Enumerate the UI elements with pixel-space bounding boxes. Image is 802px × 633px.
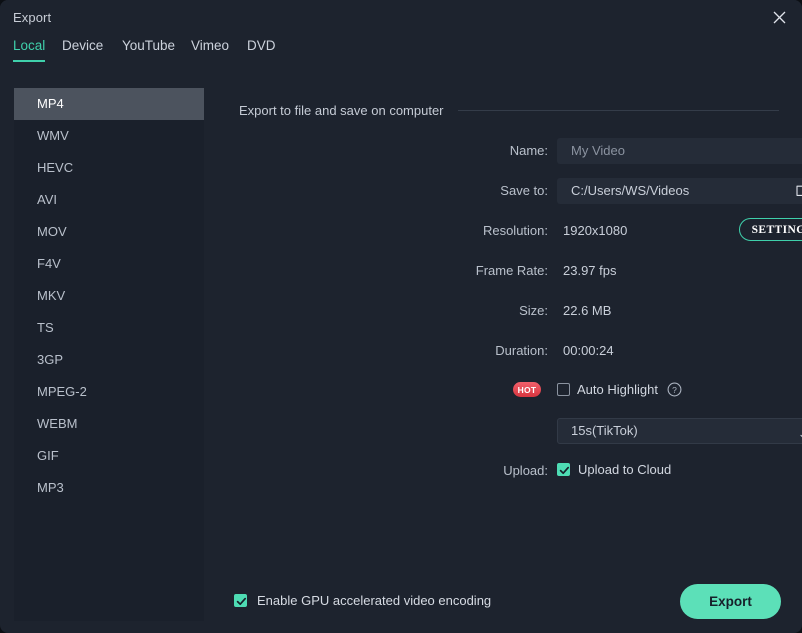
hot-badge: HOT xyxy=(513,382,541,397)
folder-icon[interactable] xyxy=(796,183,802,202)
sidebar-item-avi[interactable]: AVI xyxy=(14,184,204,216)
sidebar-item-mp4[interactable]: MP4 xyxy=(14,88,204,120)
gpu-label: Enable GPU accelerated video encoding xyxy=(257,593,492,608)
sidebar-item-mp3[interactable]: MP3 xyxy=(14,472,204,504)
sidebar-item-ts[interactable]: TS xyxy=(14,312,204,344)
size-row: Size: 22.6 MB xyxy=(206,298,802,324)
save-to-input[interactable]: C:/Users/WS/Videos xyxy=(557,178,802,204)
gpu-checkbox[interactable] xyxy=(234,594,247,607)
save-to-label: Save to: xyxy=(500,183,548,198)
tab-youtube[interactable]: YouTube xyxy=(122,38,175,62)
export-button[interactable]: Export xyxy=(680,584,781,619)
save-to-row: Save to: C:/Users/WS/Videos xyxy=(206,178,802,204)
duration-row: Duration: 00:00:24 xyxy=(206,338,802,364)
save-to-value: C:/Users/WS/Videos xyxy=(571,183,690,198)
size-value: 22.6 MB xyxy=(563,303,612,318)
name-input-placeholder: My Video xyxy=(571,143,625,158)
frame-rate-value: 23.97 fps xyxy=(563,263,617,278)
format-list: MP4 WMV HEVC AVI MOV F4V MKV TS 3GP MPEG… xyxy=(14,88,204,621)
svg-text:?: ? xyxy=(672,385,677,395)
sidebar-item-3gp[interactable]: 3GP xyxy=(14,344,204,376)
sidebar-item-webm[interactable]: WEBM xyxy=(14,408,204,440)
upload-to-cloud-label: Upload to Cloud xyxy=(578,462,672,477)
section-divider xyxy=(457,110,779,111)
section-header: Export to file and save on computer xyxy=(239,103,779,118)
sidebar-item-mpeg2[interactable]: MPEG-2 xyxy=(14,376,204,408)
name-row: Name: My Video xyxy=(206,138,802,164)
section-title: Export to file and save on computer xyxy=(239,103,444,118)
sidebar-item-mkv[interactable]: MKV xyxy=(14,280,204,312)
gpu-option[interactable]: Enable GPU accelerated video encoding xyxy=(234,593,491,608)
sidebar-item-f4v[interactable]: F4V xyxy=(14,248,204,280)
auto-highlight-row: HOT Auto Highlight ? xyxy=(206,378,802,404)
tab-dvd[interactable]: DVD xyxy=(247,38,276,62)
close-icon xyxy=(773,11,786,24)
highlight-preset-row: 15s(TikTok) xyxy=(206,418,802,444)
sidebar-item-mov[interactable]: MOV xyxy=(14,216,204,248)
help-circle-icon[interactable]: ? xyxy=(667,382,682,402)
export-dialog: Export Local Device YouTube Vimeo DVD MP… xyxy=(0,0,802,633)
auto-highlight-checkbox[interactable] xyxy=(557,383,570,396)
upload-to-cloud-checkbox[interactable] xyxy=(557,463,570,476)
auto-highlight-label: Auto Highlight xyxy=(577,382,658,397)
tab-device[interactable]: Device xyxy=(62,38,103,62)
dialog-footer: Enable GPU accelerated video encoding Ex… xyxy=(0,575,802,633)
sidebar-item-gif[interactable]: GIF xyxy=(14,440,204,472)
sidebar-item-wmv[interactable]: WMV xyxy=(14,120,204,152)
resolution-row: Resolution: 1920x1080 SETTINGS xyxy=(206,218,802,244)
size-label: Size: xyxy=(519,303,548,318)
tab-local[interactable]: Local xyxy=(13,38,46,62)
highlight-preset-select[interactable]: 15s(TikTok) xyxy=(557,418,802,444)
title-bar: Export xyxy=(0,0,802,35)
resolution-label: Resolution: xyxy=(482,223,548,238)
settings-button[interactable]: SETTINGS xyxy=(739,218,802,241)
resolution-value: 1920x1080 xyxy=(563,223,628,238)
close-button[interactable] xyxy=(756,0,802,35)
name-label: Name: xyxy=(509,143,548,158)
name-input[interactable]: My Video xyxy=(557,138,802,164)
export-settings-panel: Export to file and save on computer Name… xyxy=(206,70,802,575)
sidebar-item-hevc[interactable]: HEVC xyxy=(14,152,204,184)
upload-row: Upload: Upload to Cloud xyxy=(206,458,802,484)
duration-value: 00:00:24 xyxy=(563,343,614,358)
frame-rate-row: Frame Rate: 23.97 fps xyxy=(206,258,802,284)
duration-label: Duration: xyxy=(495,343,548,358)
window-title: Export xyxy=(13,10,52,25)
tab-vimeo[interactable]: Vimeo xyxy=(191,38,229,62)
frame-rate-label: Frame Rate: xyxy=(475,263,548,278)
highlight-preset-value: 15s(TikTok) xyxy=(571,423,638,438)
tab-bar: Local Device YouTube Vimeo DVD xyxy=(0,38,802,70)
upload-label: Upload: xyxy=(503,463,548,478)
